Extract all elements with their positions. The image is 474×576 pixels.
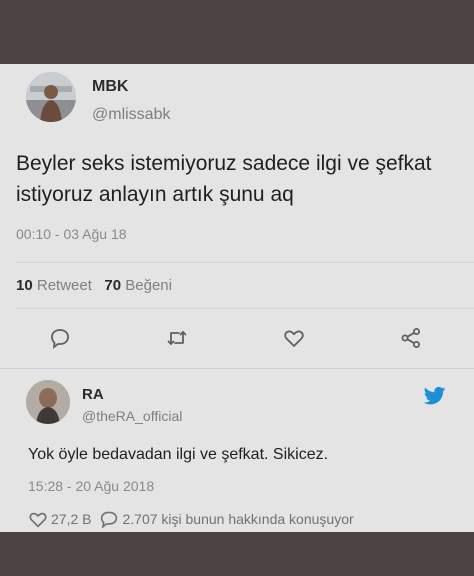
- reply-timestamp[interactable]: 15:28 - 20 Ağu 2018: [28, 478, 154, 494]
- display-name[interactable]: RA: [82, 386, 104, 403]
- heart-icon[interactable]: [28, 510, 48, 528]
- display-name[interactable]: MBK: [92, 78, 128, 96]
- tweet-stats: 10 Retweet 70 Beğeni: [16, 277, 172, 294]
- avatar[interactable]: [26, 72, 76, 122]
- retweet-count[interactable]: 10: [16, 277, 33, 294]
- reply-text: Yok öyle bedavadan ilgi ve şefkat. Sikic…: [28, 446, 329, 463]
- conversation-count[interactable]: 2.707 kişi bunun hakkında konuşuyor: [122, 511, 353, 527]
- divider: [0, 368, 474, 369]
- tweet-text: Beyler seks istemiyoruz sadece ilgi ve ş…: [16, 152, 432, 206]
- like-count[interactable]: 27,2 B: [51, 511, 91, 527]
- like-icon[interactable]: [282, 326, 306, 350]
- user-handle[interactable]: @mlissabk: [92, 106, 170, 124]
- share-icon[interactable]: [399, 326, 423, 350]
- retweet-icon[interactable]: [165, 326, 189, 350]
- screenshot-frame: MBK @mlissabk Beyler seks istemiyoruz sa…: [0, 0, 474, 576]
- twitter-bird-icon[interactable]: [423, 386, 446, 406]
- like-count[interactable]: 70: [104, 277, 121, 294]
- like-label[interactable]: Beğeni: [125, 277, 172, 294]
- tweet-card: MBK @mlissabk Beyler seks istemiyoruz sa…: [0, 64, 474, 532]
- comment-icon[interactable]: [99, 510, 119, 528]
- reply-footer: 27,2 B 2.707 kişi bunun hakkında konuşuy…: [28, 510, 354, 528]
- retweet-label[interactable]: Retweet: [37, 277, 92, 294]
- reply-icon[interactable]: [48, 326, 72, 350]
- tweet-timestamp[interactable]: 00:10 - 03 Ağu 18: [16, 226, 127, 242]
- user-handle[interactable]: @theRA_official: [82, 408, 182, 424]
- divider: [16, 308, 474, 309]
- divider: [16, 262, 474, 263]
- avatar[interactable]: [26, 380, 70, 424]
